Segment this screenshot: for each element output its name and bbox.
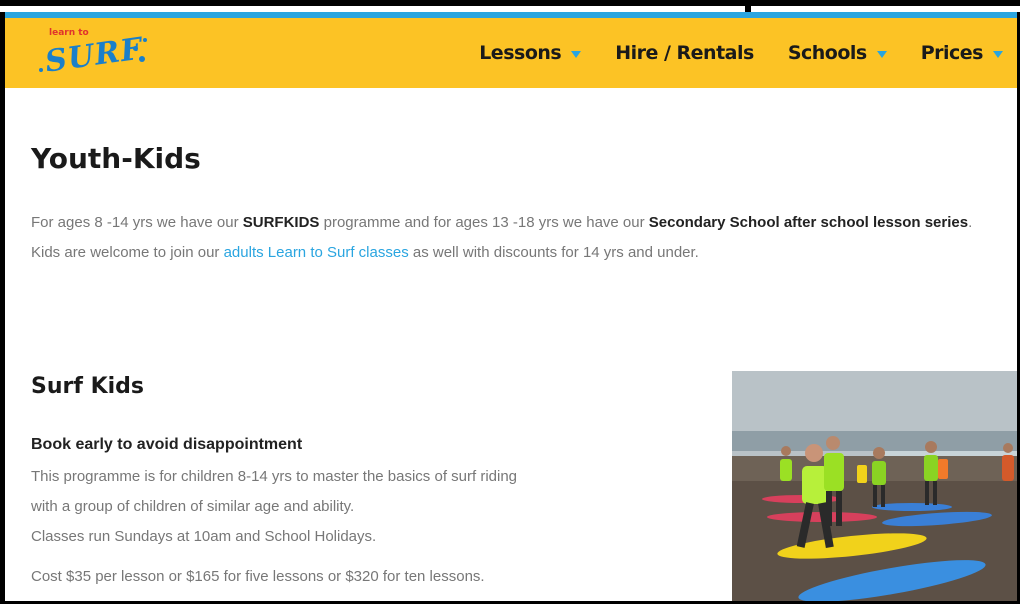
intro-text: For ages 8 -14 yrs we have our [31,214,243,231]
adults-classes-link[interactable]: adults Learn to Surf classes [224,244,409,261]
intro-text: as well with discounts for 14 yrs and un… [408,244,699,261]
site-logo[interactable]: learn to SURF [33,24,153,84]
logo-dot [39,68,43,72]
intro-bold-secondary: Secondary School after school lesson ser… [648,214,969,231]
main-nav: Lessons Hire / Rentals Schools Prices [479,18,1003,88]
logo-dot [143,38,147,42]
logo-small-text: learn to [49,28,89,38]
surf-kids-photo [732,371,1017,604]
programme-description: This programme is for children 8-14 yrs … [31,462,671,552]
frame-top [0,0,1020,12]
nav-label: Hire / Rentals [615,42,754,64]
main-content: Youth-Kids For ages 8 -14 yrs we have ou… [5,88,1017,604]
logo-dot [133,46,138,51]
site-header: learn to SURF Lessons Hire / Rentals Sch… [5,18,1017,88]
description-line: This programme is for children 8-14 yrs … [31,468,518,485]
cost-text: Cost $35 per lesson or $165 for five les… [31,568,485,585]
description-line: Classes run Sundays at 10am and School H… [31,528,377,545]
chevron-down-icon [571,50,582,58]
page-title: Youth-Kids [31,142,201,175]
nav-label: Prices [920,42,984,64]
logo-big-text: SURF [43,31,146,80]
chevron-down-icon [993,50,1003,58]
description-line: with a group of children of similar age … [31,498,355,515]
nav-item-hire-rentals[interactable]: Hire / Rentals [615,42,754,64]
intro-paragraph: For ages 8 -14 yrs we have our SURFKIDS … [31,208,995,268]
book-early-heading: Book early to avoid disappointment [31,436,303,453]
nav-item-schools[interactable]: Schools [788,42,887,64]
intro-bold-surfkids: SURFKIDS [242,214,320,231]
section-title-surf-kids: Surf Kids [31,374,145,399]
nav-label: Schools [787,42,867,64]
chevron-down-icon [876,50,887,58]
intro-text: programme and for ages 13 -18 yrs we hav… [319,214,649,231]
logo-dot [139,56,145,62]
nav-label: Lessons [479,42,562,64]
frame-divider [745,0,751,12]
nav-item-prices[interactable]: Prices [921,42,1003,64]
beach-scene-image [732,371,1017,604]
nav-item-lessons[interactable]: Lessons [479,42,582,64]
